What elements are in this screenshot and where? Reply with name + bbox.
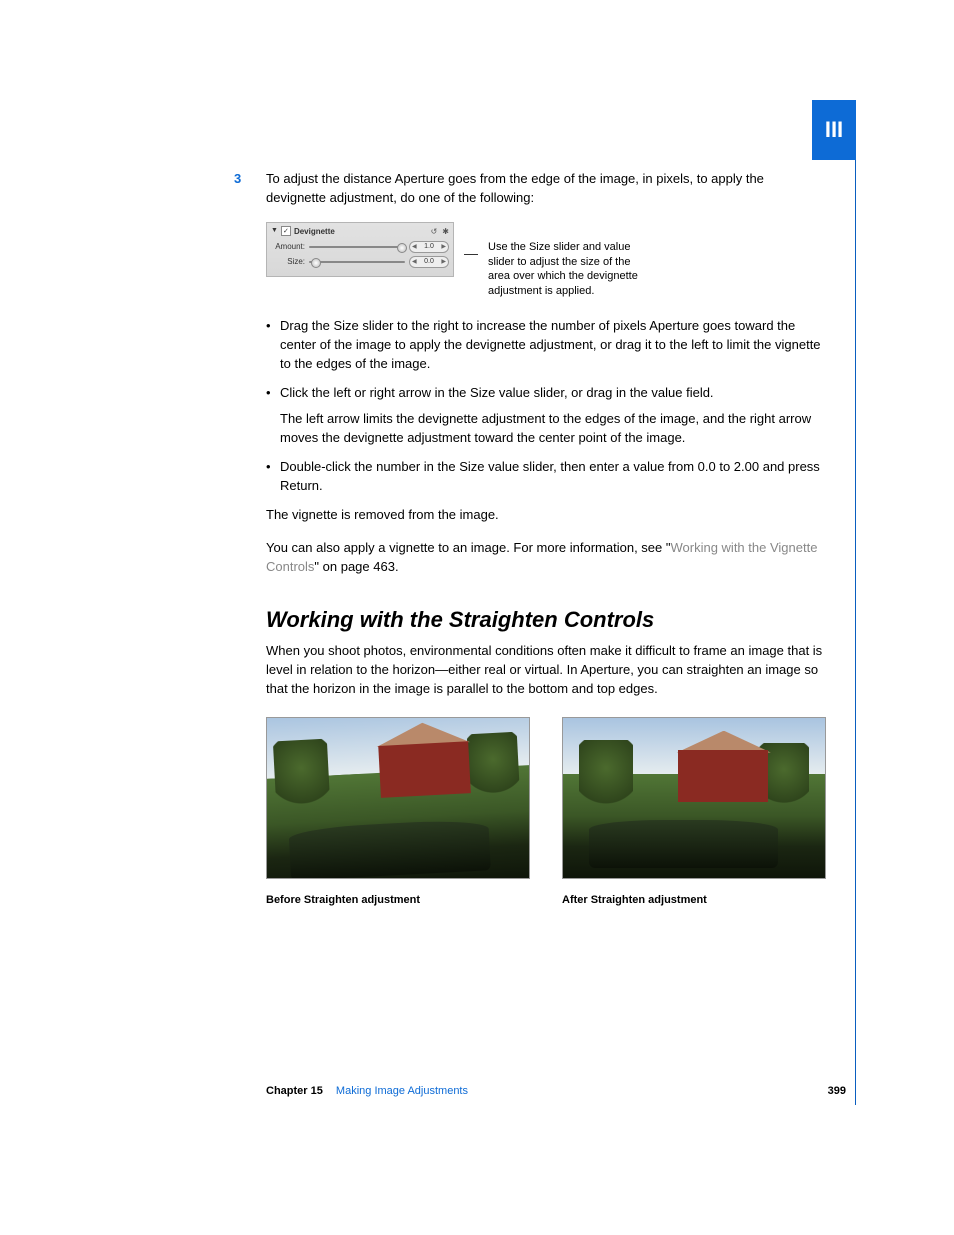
amount-value-slider[interactable]: ◀ 1.0 ▶ (409, 241, 449, 253)
more-info-post: " on page 463. (314, 559, 398, 574)
callout-text: Use the Size slider and value slider to … (488, 240, 648, 299)
before-image (266, 717, 530, 879)
list-item-follow: The left arrow limits the devignette adj… (280, 410, 824, 448)
gear-icon[interactable]: ✱ (442, 226, 449, 238)
section-heading: Working with the Straighten Controls (266, 604, 824, 636)
before-image-col: Before Straighten adjustment (266, 717, 528, 909)
margin-rule (855, 100, 856, 1105)
page: III 3 To adjust the distance Aperture go… (0, 0, 954, 1235)
step-number: 3 (234, 170, 241, 189)
after-image-col: After Straighten adjustment (562, 717, 824, 909)
footer-left: Chapter 15 Making Image Adjustments (266, 1085, 468, 1097)
size-slider[interactable] (309, 261, 405, 263)
size-label: Size: (271, 256, 305, 268)
after-image (562, 717, 826, 879)
amount-decrement-icon[interactable]: ◀ (412, 244, 417, 250)
after-caption: After Straighten adjustment (562, 893, 824, 909)
amount-increment-icon[interactable]: ▶ (441, 244, 446, 250)
disclosure-triangle-icon[interactable]: ▼ (271, 226, 278, 236)
result-text: The vignette is removed from the image. (250, 506, 824, 525)
more-info-para: You can also apply a vignette to an imag… (250, 539, 824, 577)
amount-value[interactable]: 1.0 (424, 242, 434, 252)
panel-title: Devignette (294, 226, 335, 238)
image-comparison-row: Before Straighten adjustment After Strai… (250, 717, 824, 909)
size-row: Size: ◀ 0.0 ▶ (271, 256, 449, 268)
size-value[interactable]: 0.0 (424, 257, 434, 267)
part-tab: III (812, 100, 856, 160)
devignette-panel: ▼ ✓ Devignette ↺ ✱ Amount: ◀ (266, 222, 454, 278)
reset-icon[interactable]: ↺ (431, 226, 438, 238)
panel-header: ▼ ✓ Devignette ↺ ✱ (271, 226, 449, 238)
chapter-title: Making Image Adjustments (336, 1085, 468, 1097)
step-text: To adjust the distance Aperture goes fro… (266, 171, 764, 205)
panel-header-left: ▼ ✓ Devignette (271, 226, 335, 238)
list-item: Click the left or right arrow in the Siz… (280, 384, 824, 449)
instruction-list: Drag the Size slider to the right to inc… (250, 317, 824, 496)
section-body: When you shoot photos, environmental con… (250, 642, 824, 699)
panel-header-right: ↺ ✱ (431, 226, 449, 238)
content-area: 3 To adjust the distance Aperture goes f… (250, 170, 824, 949)
page-footer: Chapter 15 Making Image Adjustments 399 (266, 1085, 846, 1097)
size-slider-knob[interactable] (311, 258, 321, 268)
part-label: III (825, 117, 843, 143)
panel-with-callout: ▼ ✓ Devignette ↺ ✱ Amount: ◀ (266, 222, 824, 299)
amount-slider-knob[interactable] (397, 243, 407, 253)
enable-checkbox[interactable]: ✓ (281, 226, 291, 236)
step-3: 3 To adjust the distance Aperture goes f… (250, 170, 824, 208)
chapter-label: Chapter 15 (266, 1085, 323, 1097)
before-caption: Before Straighten adjustment (266, 893, 528, 909)
list-item-text: Click the left or right arrow in the Siz… (280, 385, 714, 400)
list-item: Drag the Size slider to the right to inc… (280, 317, 824, 374)
page-number: 399 (828, 1085, 846, 1097)
callout-leader (464, 254, 478, 255)
size-decrement-icon[interactable]: ◀ (412, 259, 417, 265)
list-item: Double-click the number in the Size valu… (280, 458, 824, 496)
amount-slider[interactable] (309, 246, 405, 248)
size-increment-icon[interactable]: ▶ (441, 259, 446, 265)
more-info-pre: You can also apply a vignette to an imag… (266, 540, 670, 555)
amount-row: Amount: ◀ 1.0 ▶ (271, 241, 449, 253)
size-value-slider[interactable]: ◀ 0.0 ▶ (409, 256, 449, 268)
amount-label: Amount: (271, 241, 305, 253)
